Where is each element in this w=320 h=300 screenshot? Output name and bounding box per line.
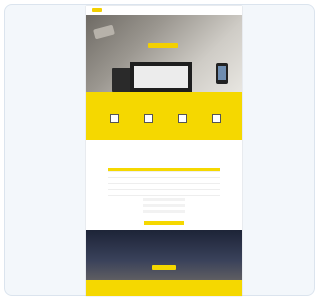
pricing-section (86, 140, 242, 230)
top-nav (86, 6, 242, 15)
hero-button[interactable] (148, 43, 178, 48)
photo-icon (178, 114, 187, 123)
hero-section (86, 15, 242, 92)
phone-screen (218, 66, 226, 80)
footer-section (86, 280, 242, 296)
pricing-table (108, 168, 220, 196)
phone-image (216, 63, 228, 84)
table-row (108, 190, 220, 196)
form-field[interactable] (143, 204, 185, 207)
tablet-icon (212, 114, 221, 123)
brand-logo[interactable] (92, 8, 102, 12)
desk-object-image (93, 24, 115, 40)
cta-section (86, 230, 242, 280)
form-field[interactable] (143, 210, 185, 213)
pricing-submit-button[interactable] (144, 221, 184, 225)
features-section (86, 92, 242, 140)
form-field[interactable] (143, 198, 185, 201)
monitor-image (130, 62, 192, 92)
monitor-screen (134, 66, 188, 88)
website-preview[interactable] (86, 6, 242, 296)
cta-button[interactable] (152, 265, 176, 270)
calendar-icon (144, 114, 153, 123)
phone-icon (110, 114, 119, 123)
